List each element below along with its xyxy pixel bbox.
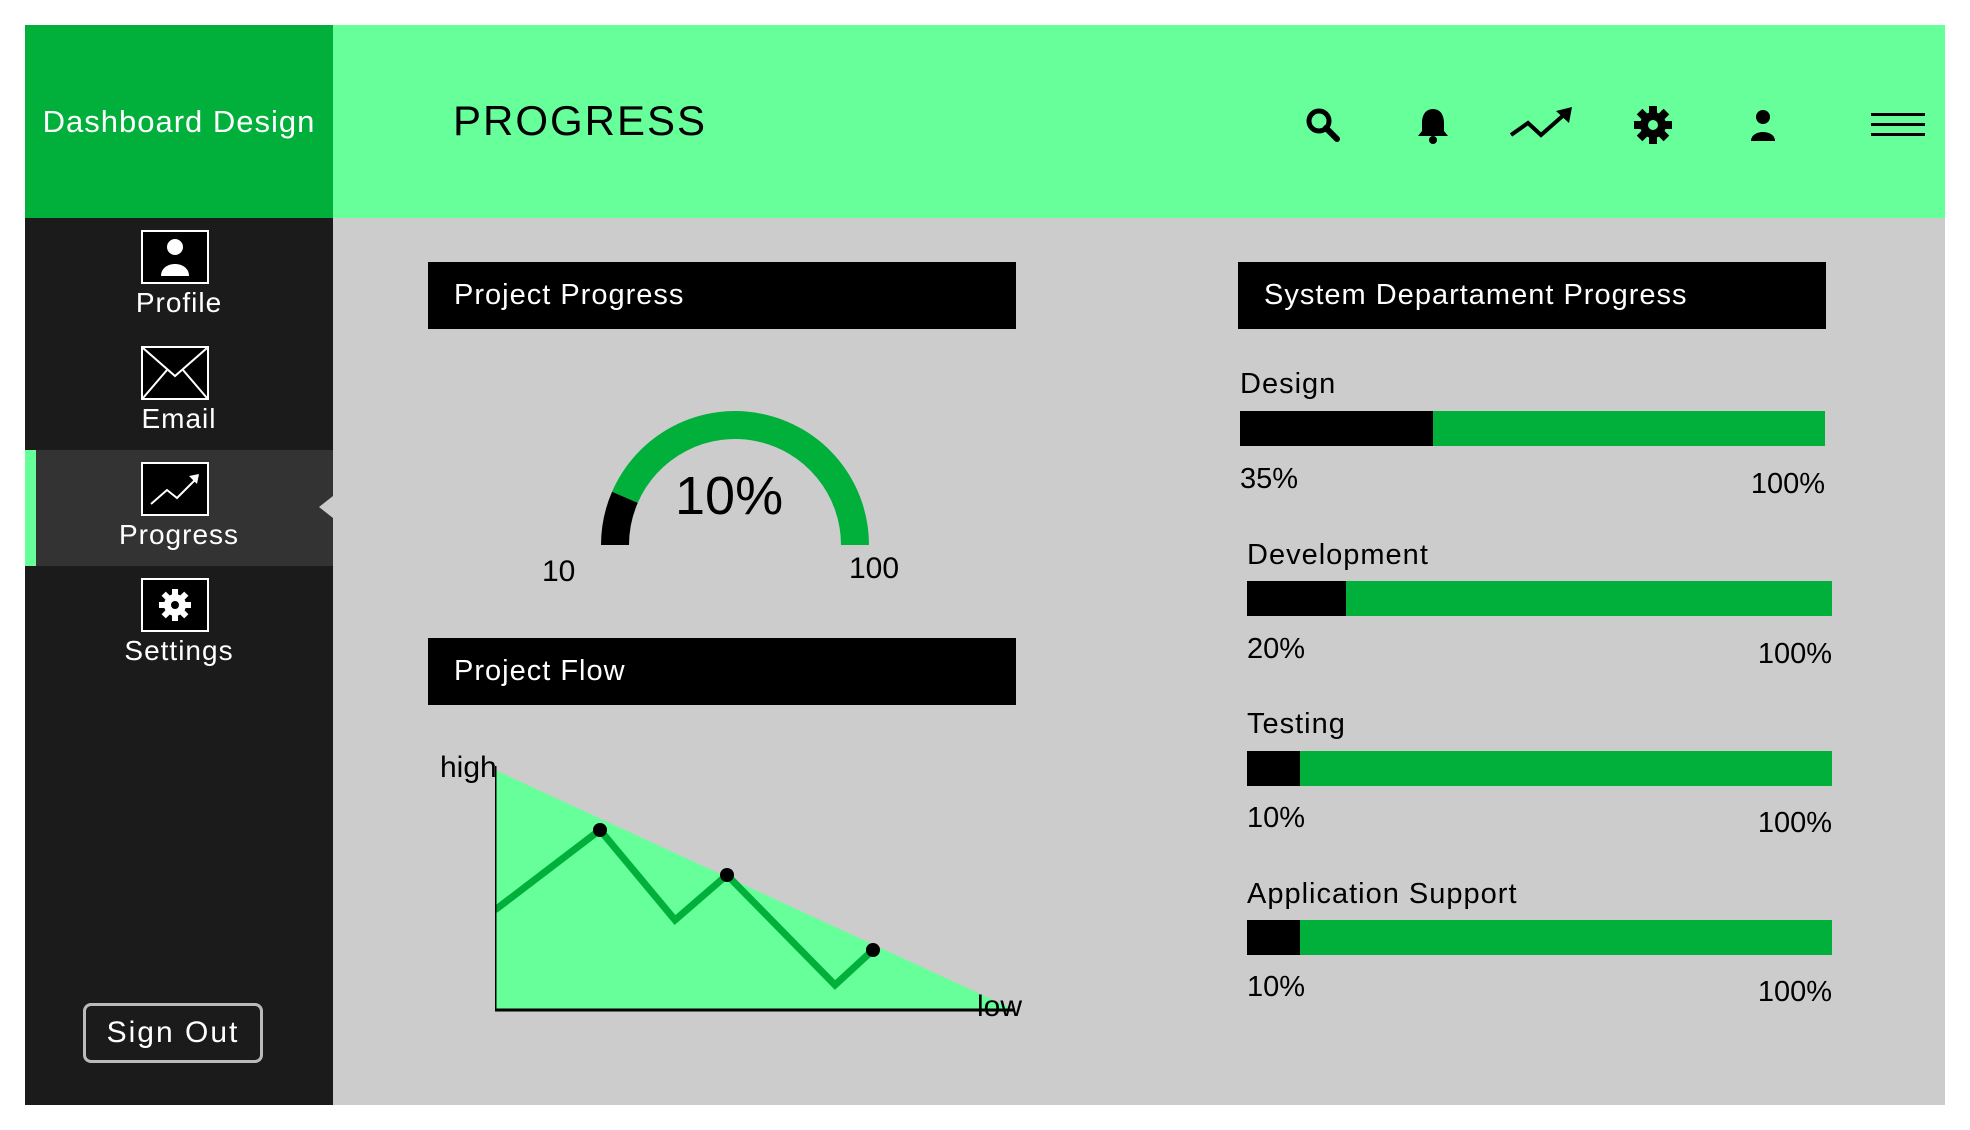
trend-icon[interactable] [1508, 95, 1578, 155]
gauge-min-label: 10 [542, 555, 576, 588]
sidebar-item-email[interactable]: Email [25, 334, 333, 450]
sidebar-item-settings[interactable]: Settings [25, 566, 333, 682]
flow-point [866, 943, 880, 957]
user-icon [141, 230, 209, 284]
user-icon[interactable] [1728, 95, 1798, 155]
sidebar-item-label: Email [141, 403, 217, 434]
gauge-value: 10% [675, 466, 784, 526]
flow-point [593, 823, 607, 837]
sidebar-item-progress[interactable]: Progress [25, 450, 333, 566]
bar-label-testing: Testing [1247, 708, 1346, 740]
bell-icon[interactable] [1398, 95, 1468, 155]
bar-label-application-support: Application Support [1247, 878, 1518, 910]
bar-label-design: Design [1240, 368, 1337, 400]
bar-max: 100% [1757, 638, 1832, 670]
page-title: PROGRESS [453, 97, 708, 144]
active-caret-icon [319, 496, 333, 518]
development-progress-bar [1247, 581, 1832, 616]
flow-area [495, 770, 1015, 1010]
testing-progress-bar [1247, 751, 1832, 786]
gauge-max-label: 100 [849, 552, 900, 585]
dashboard-frame: Dashboard Design PROGRESS Profile Email … [25, 25, 1945, 1105]
project-flow-chart [495, 766, 1015, 1012]
brand-block: Dashboard Design [25, 25, 333, 218]
bar-fill [1247, 920, 1300, 955]
bar-label-development: Development [1247, 539, 1429, 571]
bar-fill [1247, 751, 1300, 786]
chart-icon [141, 462, 209, 516]
system-progress-header: System Departament Progress [1238, 262, 1826, 329]
bar-percent: 35% [1240, 463, 1299, 495]
mail-icon [141, 346, 209, 400]
gear-icon[interactable] [1618, 95, 1688, 155]
bar-fill [1247, 581, 1347, 616]
bar-max: 100% [1757, 976, 1832, 1008]
bar-percent: 10% [1247, 971, 1306, 1003]
bar-fill [1240, 411, 1434, 446]
project-progress-header: Project Progress [428, 262, 1016, 329]
bar-percent: 10% [1247, 802, 1306, 834]
gear-icon [141, 578, 209, 632]
sidebar-item-label: Profile [135, 287, 223, 318]
sidebar-item-label: Settings [124, 635, 234, 666]
sign-out-button[interactable]: Sign Out [83, 1003, 263, 1063]
design-progress-bar [1240, 411, 1825, 446]
project-flow-header: Project Flow [428, 638, 1016, 705]
top-bar: PROGRESS [333, 25, 1945, 218]
bar-max: 100% [1757, 807, 1832, 839]
flow-y-label: high [440, 751, 497, 784]
sidebar-item-profile[interactable]: Profile [25, 218, 333, 334]
bar-max: 100% [1750, 468, 1825, 500]
application-support-progress-bar [1247, 920, 1832, 955]
brand-title: Dashboard Design [42, 103, 316, 139]
menu-icon[interactable] [1863, 95, 1933, 155]
search-icon[interactable] [1288, 95, 1358, 155]
bar-percent: 20% [1247, 633, 1306, 665]
gauge-fill [601, 491, 638, 546]
flow-x-label: low [977, 990, 1023, 1023]
sidebar: Profile Email Progress Settings Sign Out [25, 218, 333, 1105]
flow-point [720, 868, 734, 882]
sidebar-item-label: Progress [118, 519, 240, 550]
